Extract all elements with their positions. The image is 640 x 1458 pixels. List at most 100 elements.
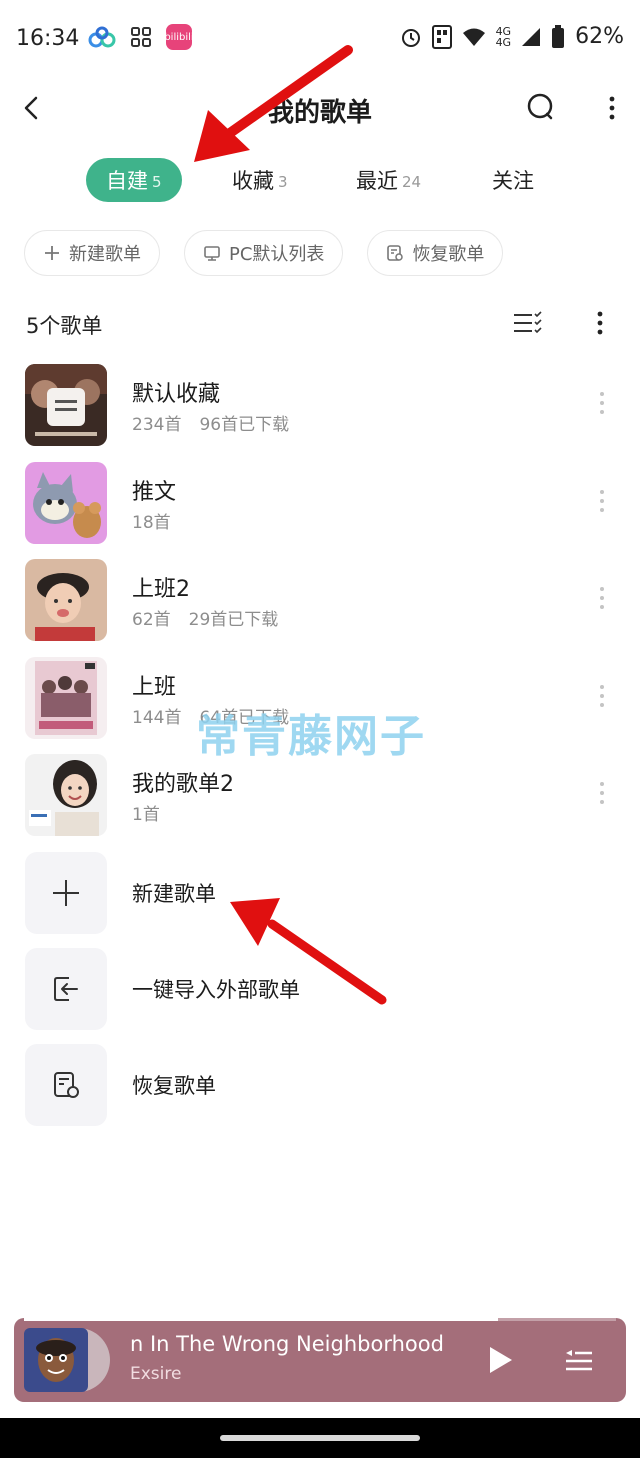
tom-and-jerry-image: [25, 461, 107, 544]
restore-icon: [54, 1071, 79, 1098]
download-count: 29首已下载: [188, 610, 279, 630]
more-vertical-icon: [600, 489, 604, 512]
cartoon-album-art: [24, 1328, 110, 1392]
play-button[interactable]: [482, 1342, 518, 1378]
playlist-more-button[interactable]: [592, 388, 612, 418]
restore-icon: [387, 245, 404, 261]
action-label: 一键导入外部歌单: [132, 977, 300, 1002]
restore-playlist-chip[interactable]: 恢复歌单: [367, 230, 504, 276]
song-count: 234首: [132, 415, 182, 435]
wifi-icon: [462, 28, 485, 46]
more-vertical-icon: [600, 587, 604, 609]
grid-app-icon: [131, 27, 151, 47]
more-vertical-icon: [600, 782, 604, 804]
playlist-meta: 18首: [132, 508, 171, 533]
home-gesture-handle[interactable]: [220, 1435, 420, 1441]
now-playing-cover: [22, 1326, 112, 1394]
playback-progress[interactable]: [24, 1318, 616, 1321]
import-icon: [54, 976, 78, 1001]
watermark-text: 常青藤网子: [196, 711, 426, 762]
action-icon-box: [25, 1043, 107, 1126]
playlist-cover: [25, 461, 107, 544]
battery-icon: [552, 24, 565, 48]
search-button[interactable]: [520, 88, 560, 128]
action-chips: 新建歌单 PC默认列表 恢复歌单: [24, 230, 504, 276]
signal-icon: [522, 27, 541, 46]
playlist-queue-icon: [566, 1350, 592, 1371]
group-album-image: [25, 656, 107, 739]
list-more-button[interactable]: [590, 306, 610, 340]
app-header: 我的歌单: [0, 80, 640, 136]
monitor-icon: [204, 246, 220, 261]
playlist-meta: 234首 96首已下载: [132, 410, 289, 435]
status-left-icons: bilibili: [88, 24, 194, 50]
playlist-count: 5个歌单: [26, 314, 103, 338]
download-count: 96首已下载: [199, 415, 290, 435]
play-icon: [490, 1347, 512, 1373]
playlist-name: 我的歌单2: [132, 772, 234, 797]
action-icon-box: [25, 851, 107, 934]
sort-button[interactable]: [510, 306, 544, 340]
song-count: 1首: [132, 805, 160, 825]
song-title: n In The Wrong Neighborhood: [130, 1332, 444, 1356]
playlist-meta: 1首: [132, 800, 160, 825]
pc-default-list-chip[interactable]: PC默认列表: [184, 230, 344, 276]
playlist-tabs: 自建 5 收藏 3 最近 24 关注: [0, 158, 640, 202]
header-more-button[interactable]: [600, 88, 624, 128]
status-right-icons: 4G 4G 62%: [400, 24, 624, 49]
playlist-item[interactable]: 上班2 62首 29首已下载: [0, 555, 640, 653]
cloud-app-icon: [88, 26, 116, 48]
song-count: 144首: [132, 707, 182, 728]
action-icon-box: [25, 947, 107, 1030]
bilibili-app-icon: bilibili: [164, 24, 194, 50]
alarm-icon: [401, 28, 420, 47]
more-vertical-icon: [600, 684, 604, 707]
tab-recent[interactable]: 最近 24: [356, 158, 421, 202]
action-label: 恢复歌单: [132, 1073, 216, 1098]
status-bar: 16:34 bilibili 4G 4G 62%: [0, 0, 640, 80]
playlist-name: 默认收藏: [132, 382, 221, 407]
status-time: 16:34: [16, 26, 80, 51]
playlist-more-button[interactable]: [592, 778, 612, 808]
network-type: 4G 4G: [495, 24, 512, 49]
new-playlist-item[interactable]: 新建歌单: [0, 848, 640, 944]
more-vertical-icon: [600, 392, 604, 414]
more-vertical-icon: [609, 96, 615, 120]
nfc-icon: [431, 24, 452, 49]
song-artist: Exsire: [130, 1364, 182, 1384]
tab-collected[interactable]: 收藏 3: [232, 158, 288, 202]
playlist-meta: 62首 29首已下载: [132, 605, 278, 630]
playlist-cover: [25, 559, 107, 641]
new-playlist-chip[interactable]: 新建歌单: [24, 230, 160, 276]
tab-self-created[interactable]: 自建 5: [86, 158, 182, 202]
import-playlist-item[interactable]: 一键导入外部歌单: [0, 944, 640, 1040]
plus-icon: [45, 246, 59, 260]
playlist-item[interactable]: 推文 18首: [0, 458, 640, 556]
playlist-name: 推文: [132, 479, 177, 505]
playlist-name: 上班2: [132, 577, 190, 602]
battery-level: 62%: [575, 24, 624, 49]
playlist-more-button[interactable]: [592, 583, 612, 613]
action-label: 新建歌单: [132, 881, 216, 906]
mini-player[interactable]: n In The Wrong Neighborhood Exsire: [14, 1318, 626, 1402]
playlist-more-button[interactable]: [592, 486, 612, 516]
playlist-item[interactable]: 我的歌单2 1首: [0, 750, 640, 848]
song-count: 18首: [132, 512, 171, 533]
restore-playlist-item[interactable]: 恢复歌单: [0, 1040, 640, 1136]
system-nav-bar: [0, 1418, 640, 1458]
play-queue-button[interactable]: [562, 1344, 596, 1378]
playback-progress-fill: [24, 1318, 498, 1321]
tab-following[interactable]: 关注: [492, 158, 534, 202]
playlist-cover: [25, 364, 107, 446]
search-icon: [527, 93, 553, 120]
song-count: 62首: [132, 610, 171, 630]
smiling-girl-image: [25, 754, 107, 836]
more-vertical-icon: [597, 311, 603, 335]
sort-list-icon: [514, 311, 542, 334]
playlist-item[interactable]: 默认收藏 234首 96首已下载: [0, 360, 640, 458]
playlist-cover: [25, 656, 107, 739]
girl-photo-image: [25, 559, 107, 641]
plus-icon: [53, 879, 79, 906]
list-header: 5个歌单: [26, 298, 616, 348]
playlist-more-button[interactable]: [592, 681, 612, 711]
